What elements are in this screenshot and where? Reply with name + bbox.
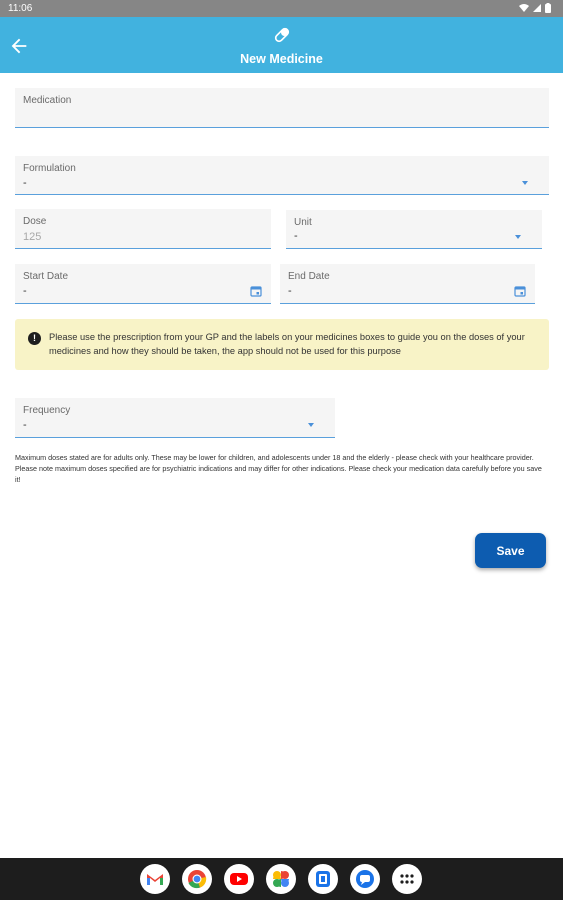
app-drawer-icon[interactable] <box>392 864 422 894</box>
end-date-label: End Date <box>288 271 330 282</box>
end-date-field[interactable]: End Date - <box>280 264 535 304</box>
guidance-notice: ! Please use the prescription from your … <box>15 319 549 370</box>
frequency-value: - <box>23 419 27 431</box>
page-title: New Medicine <box>240 52 323 66</box>
app-icon[interactable] <box>308 864 338 894</box>
chevron-down-icon <box>522 181 528 185</box>
dose-disclaimer: Maximum doses stated are for adults only… <box>15 453 542 484</box>
dose-placeholder: 125 <box>23 231 42 243</box>
wifi-icon <box>519 4 529 12</box>
formulation-value: - <box>23 177 27 189</box>
unit-value: - <box>294 230 298 242</box>
chevron-down-icon <box>515 235 521 239</box>
chevron-down-icon <box>308 423 314 427</box>
unit-label: Unit <box>294 217 312 228</box>
youtube-icon[interactable] <box>224 864 254 894</box>
app-bar: New Medicine <box>0 17 563 73</box>
messages-icon[interactable] <box>350 864 380 894</box>
start-date-label: Start Date <box>23 271 69 282</box>
unit-select[interactable]: Unit - <box>286 210 542 249</box>
gmail-icon[interactable] <box>140 864 170 894</box>
frequency-label: Frequency <box>23 405 71 416</box>
status-time: 11:06 <box>8 3 33 14</box>
signal-icon <box>533 4 541 12</box>
chrome-icon[interactable] <box>182 864 212 894</box>
medication-label: Medication <box>23 95 72 106</box>
medication-field[interactable]: Medication <box>15 88 549 128</box>
dose-input[interactable]: Dose 125 <box>15 209 271 249</box>
start-date-field[interactable]: Start Date - <box>15 264 271 304</box>
calendar-icon[interactable] <box>250 285 262 297</box>
start-date-value: - <box>23 285 27 297</box>
calendar-icon[interactable] <box>514 285 526 297</box>
status-icons <box>519 3 551 13</box>
frequency-select[interactable]: Frequency - <box>15 398 335 438</box>
pill-icon <box>274 27 290 43</box>
formulation-label: Formulation <box>23 163 76 174</box>
info-icon: ! <box>28 332 41 345</box>
battery-icon <box>545 3 551 13</box>
end-date-value: - <box>288 285 292 297</box>
notice-text: Please use the prescription from your GP… <box>49 332 525 356</box>
taskbar <box>0 858 563 900</box>
formulation-select[interactable]: Formulation - <box>15 156 549 195</box>
photos-icon[interactable] <box>266 864 296 894</box>
save-button[interactable]: Save <box>475 533 546 568</box>
dose-label: Dose <box>23 216 47 227</box>
status-bar: 11:06 <box>0 0 563 17</box>
